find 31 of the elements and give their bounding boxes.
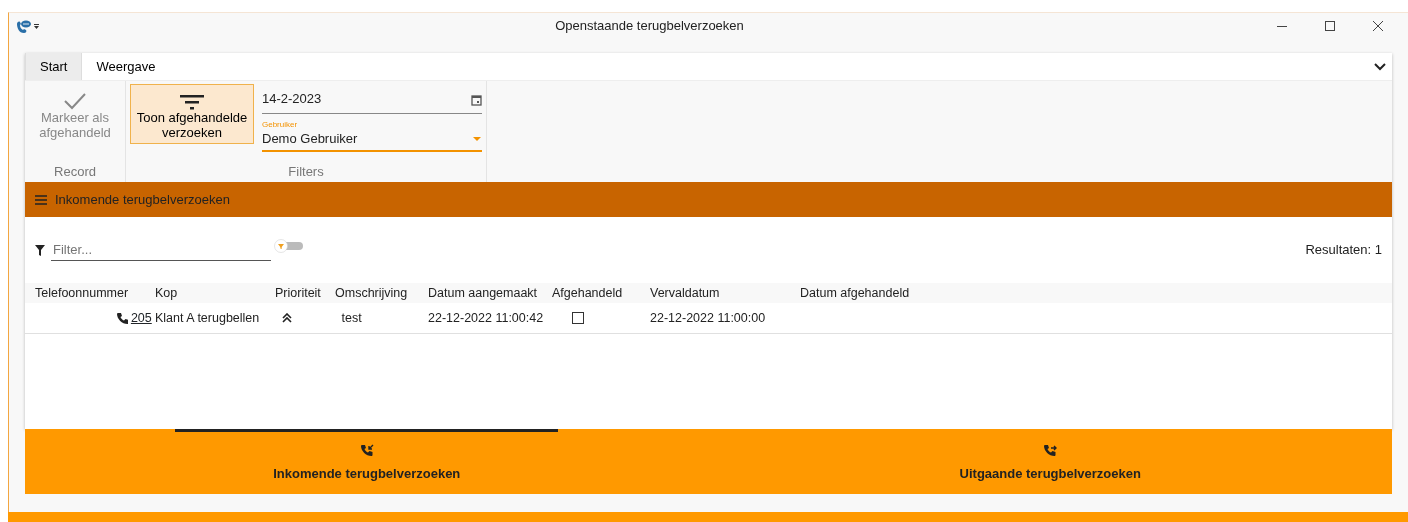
group-label: Filters xyxy=(287,163,325,181)
section-title: Inkomende terugbelverzoeken xyxy=(55,190,230,209)
table-cell-text: 22-12-2022 11:00:00 xyxy=(650,309,767,327)
column-header: Vervaldatum xyxy=(650,284,721,302)
group-label: Record xyxy=(53,163,97,181)
user-dropdown[interactable]: Gebruiker Demo Gebruiker xyxy=(262,114,482,153)
column-header: Prioriteit xyxy=(275,284,322,302)
window-title: Openstaande terugbelverzoeken xyxy=(554,17,745,36)
column-header: Afgehandeld xyxy=(552,284,624,302)
minimize-icon xyxy=(1277,25,1287,27)
table-cell-text: Klant A terugbellen xyxy=(155,309,261,327)
ribbon-tab[interactable]: Weergave xyxy=(82,53,170,80)
table-cell-text: 22-12-2022 11:00:42 xyxy=(428,309,545,327)
column-header: Kop xyxy=(155,284,179,302)
dropdown-caret-icon xyxy=(472,135,482,142)
column-header: Datum aangemaakt xyxy=(428,284,539,302)
close-icon xyxy=(1373,21,1383,31)
column-header: Omschrijving xyxy=(335,284,409,302)
bottom-tab[interactable]: Uitgaande terugbelverzoeken xyxy=(708,429,1392,494)
checkmark-icon xyxy=(62,91,88,112)
results-count: Resultaten: 1 xyxy=(1305,241,1382,260)
maximize-icon xyxy=(1325,21,1335,31)
phone-link[interactable]: 205 xyxy=(130,308,152,328)
date-field[interactable]: 14-2-2023 xyxy=(262,84,482,115)
done-checkbox[interactable] xyxy=(571,310,584,325)
bottom-tab[interactable]: Inkomende terugbelverzoeken xyxy=(25,429,709,494)
ribbon-tab[interactable]: Start xyxy=(25,53,83,80)
column-header: Datum afgehandeld xyxy=(800,284,911,302)
column-header: Telefoonnummer xyxy=(35,284,130,302)
table-cell-text: test xyxy=(340,310,362,325)
show-done-button[interactable]: Toon afgehandelde verzoeken xyxy=(130,84,254,145)
